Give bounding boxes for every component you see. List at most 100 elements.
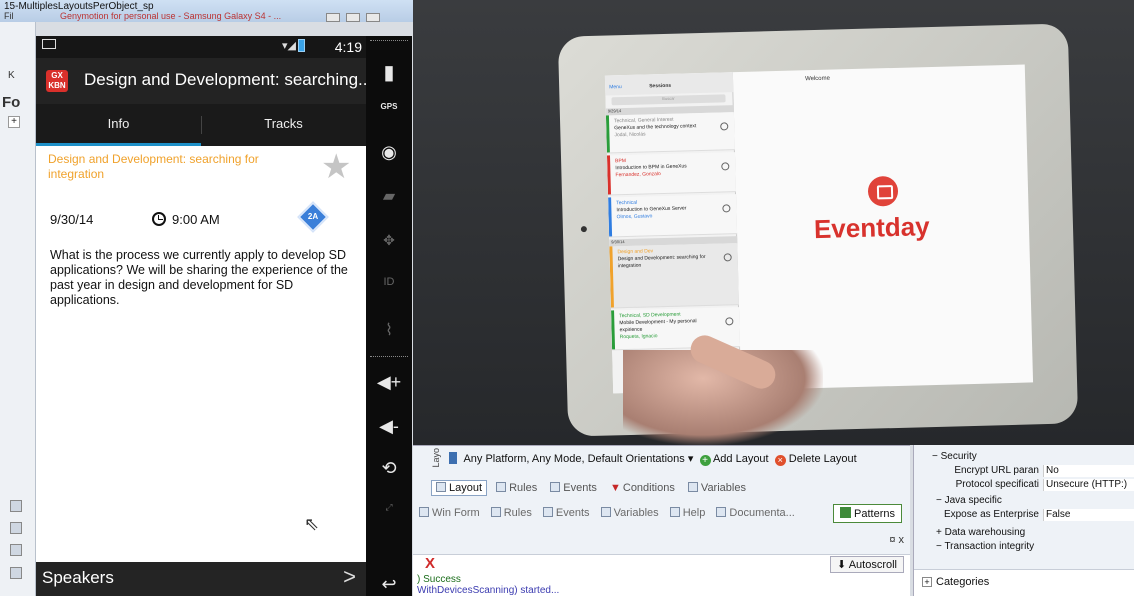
window-icon[interactable] — [10, 522, 22, 534]
rotate-icon[interactable]: ⟲ — [366, 458, 412, 479]
knowledge-base-label: K — [8, 70, 15, 81]
platform-selector[interactable]: Any Platform, Any Mode, Default Orientat… — [463, 453, 684, 465]
menu-link[interactable]: Menu — [609, 84, 622, 90]
tab-patterns[interactable]: Patterns — [833, 504, 902, 523]
status-bar: ▾◢ 4:19 — [36, 36, 366, 58]
maximize-button[interactable] — [346, 13, 360, 22]
subtab-variables[interactable]: Variables — [684, 481, 750, 495]
add-layout-button[interactable]: Add Layout — [713, 453, 769, 465]
item-action-icon[interactable] — [725, 317, 734, 326]
tab-variables[interactable]: Variables — [597, 504, 663, 522]
session-date: 9/30/14 — [50, 212, 94, 227]
output-log: ) Success WithDevicesScanning) started..… — [413, 574, 910, 596]
item-action-icon[interactable] — [723, 253, 732, 262]
delete-icon: × — [774, 455, 786, 466]
categories-bar[interactable]: + Categories — [914, 569, 1134, 596]
session-description: What is the process we currently apply t… — [50, 248, 348, 307]
subtab-layout[interactable]: Layout — [431, 480, 488, 496]
output-icon[interactable] — [10, 567, 22, 579]
subtab-conditions[interactable]: ▼ Conditions — [606, 481, 679, 495]
expand-categories-icon[interactable]: + — [922, 577, 932, 587]
expand-toggle[interactable]: + — [8, 116, 20, 128]
delete-layout-button[interactable]: Delete Layout — [789, 453, 857, 465]
sessions-search[interactable]: Buscar — [611, 94, 726, 106]
property-row[interactable]: Protocol specificati Unsecure (HTTP:) — [914, 479, 1134, 491]
subtab-rules[interactable]: Rules — [492, 481, 541, 495]
clear-output-button[interactable]: X — [425, 555, 435, 572]
speakers-label: Speakers — [42, 568, 114, 587]
gps-tool-icon[interactable]: GPS — [366, 102, 412, 111]
group-java-specific[interactable]: − Java specific — [936, 495, 1002, 506]
video-tool-icon[interactable]: ▰ — [366, 186, 412, 206]
list-item[interactable]: Technical, General Interest GeneXus and … — [605, 112, 735, 154]
speakers-bar[interactable]: Speakers > — [36, 562, 366, 596]
tab-label: Help — [682, 507, 706, 519]
group-security[interactable]: − Security — [932, 451, 977, 462]
group-label: Transaction integrity — [944, 541, 1035, 552]
property-value[interactable]: False — [1043, 509, 1134, 521]
item-action-icon[interactable] — [720, 122, 729, 131]
autoscroll-label: Autoscroll — [848, 559, 897, 571]
documentation-icon — [716, 507, 727, 517]
favorite-star-icon[interactable]: ★ — [321, 150, 351, 184]
property-key: Expose as Enterprise — [943, 509, 1039, 520]
camera-tool-icon[interactable]: ◉ — [366, 142, 412, 163]
subtab-events[interactable]: Events — [546, 481, 601, 495]
tab-label: Rules — [503, 507, 532, 519]
dpad-tool-icon[interactable]: ✥ — [366, 232, 412, 249]
volume-down-icon[interactable]: ◀- — [366, 416, 412, 437]
sessions-title: Sessions — [649, 82, 672, 90]
group-transaction-integrity[interactable]: − Transaction integrity — [936, 541, 1034, 552]
object-tabs: Win Form Rules Events Variables Help Doc… — [415, 504, 910, 526]
scale-icon[interactable]: ⤢ — [366, 502, 412, 513]
platform-dropdown-icon[interactable]: ▾ — [688, 453, 694, 465]
property-row[interactable]: Expose as Enterprise False — [914, 509, 1134, 521]
help-icon — [669, 507, 680, 517]
tab-win-form[interactable]: Win Form — [415, 504, 484, 522]
item-action-icon[interactable] — [721, 162, 730, 171]
subtab-label: Events — [563, 482, 597, 494]
folder-icon[interactable] — [10, 500, 22, 512]
tab-label: Win Form — [432, 507, 480, 519]
list-item[interactable]: BPM Introduction to BPM in GeneXus Ferna… — [606, 152, 736, 196]
tab-rules[interactable]: Rules — [487, 504, 536, 522]
toolbar-divider — [370, 356, 408, 357]
property-value[interactable]: Unsecure (HTTP:) — [1043, 479, 1134, 491]
ide-left-strip: K Fo + — [0, 22, 36, 596]
app-logo-icon[interactable]: GX KBN — [46, 70, 68, 92]
group-data-warehousing[interactable]: + Data warehousing — [936, 527, 1025, 538]
room-badge-label: 2A — [307, 212, 319, 221]
folder-view-label: Fo — [2, 94, 21, 111]
item-action-icon[interactable] — [722, 204, 731, 213]
pin-close-controls[interactable]: ¤ x — [889, 534, 904, 546]
rss-tool-icon[interactable]: ⌇ — [366, 320, 412, 340]
property-value[interactable]: No — [1043, 465, 1134, 477]
variables-icon — [687, 482, 698, 492]
close-button[interactable] — [366, 13, 380, 22]
back-icon[interactable]: ↩ — [366, 574, 412, 595]
document-icon[interactable] — [10, 544, 22, 556]
clock-icon — [152, 212, 166, 226]
file-menu[interactable]: Fil — [4, 11, 14, 21]
tab-info[interactable]: Info — [36, 104, 201, 146]
tab-events[interactable]: Events — [539, 504, 594, 522]
list-item[interactable]: Technical Introduction to GeneXus Server… — [608, 194, 738, 238]
item-title: Design and Development: searching for in… — [617, 253, 706, 270]
battery-tool-icon[interactable]: ▮ — [366, 60, 412, 85]
output-line: WithDevicesScanning) started... — [417, 585, 560, 596]
property-row[interactable]: Encrypt URL paran No — [914, 465, 1134, 477]
form-icon — [419, 507, 429, 517]
volume-up-icon[interactable]: ◀+ — [366, 372, 412, 393]
action-bar-title: Design and Development: searching... — [84, 70, 373, 89]
tab-label: Documenta... — [729, 507, 795, 519]
tab-tracks[interactable]: Tracks — [201, 104, 366, 146]
track-color-bar — [609, 246, 614, 308]
list-item[interactable]: Design and Dev Design and Development: s… — [609, 243, 739, 309]
minimize-button[interactable] — [326, 13, 340, 22]
track-color-bar — [611, 310, 616, 350]
property-key: Encrypt URL paran — [954, 465, 1039, 476]
tab-documentation[interactable]: Documenta... — [712, 504, 798, 522]
tab-help[interactable]: Help — [666, 504, 710, 522]
id-tool-icon[interactable]: ID — [366, 276, 412, 288]
autoscroll-button[interactable]: ⬇ Autoscroll — [830, 556, 904, 573]
